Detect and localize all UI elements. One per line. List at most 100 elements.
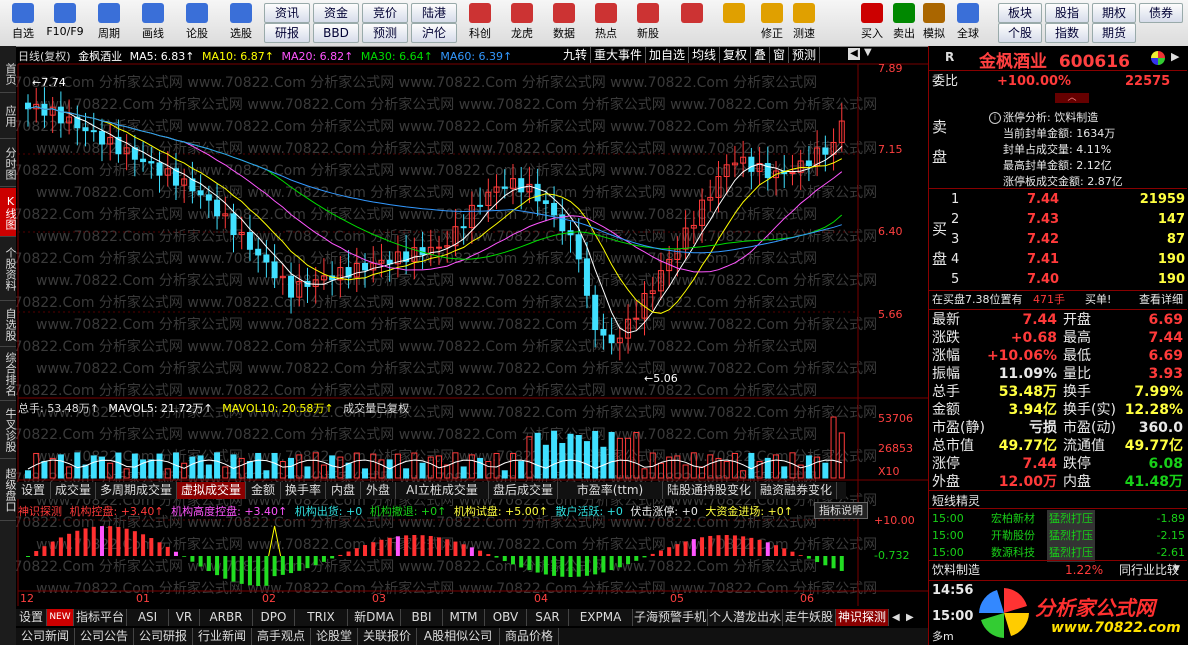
tab-9[interactable]: 盘后成交量 xyxy=(489,482,558,499)
toolbar-hammer-button[interactable]: 模拟 xyxy=(918,2,950,44)
grid-button[interactable]: 指数 xyxy=(1045,23,1089,43)
tab-17[interactable]: 神识探测 xyxy=(836,609,889,626)
tab-6[interactable]: DPO xyxy=(253,609,295,626)
tab-4[interactable]: 高手观点 xyxy=(252,628,311,645)
tab-8[interactable]: 新DMA xyxy=(348,609,401,626)
scroll-right-icon[interactable]: ▶ xyxy=(906,612,914,623)
left-tab[interactable]: 分时图 xyxy=(0,140,17,187)
collapse-up-icon[interactable]: ︿ xyxy=(1055,93,1089,103)
toolbar-clock-button[interactable]: 周期 xyxy=(88,2,130,44)
tab-5[interactable]: 论股堂 xyxy=(311,628,358,645)
toolbar-dragon-button[interactable]: 龙虎 xyxy=(502,2,542,44)
grid-button[interactable]: 陆港 xyxy=(411,3,457,23)
toolbar-palette-button[interactable] xyxy=(676,2,708,44)
tab-2[interactable]: 指标平台 xyxy=(74,609,127,626)
toolbar-chart-button[interactable]: 科创 xyxy=(460,2,500,44)
toolbar-star-button[interactable]: 自选 xyxy=(2,2,44,44)
dropdown-icon[interactable]: ▼ xyxy=(1173,564,1180,574)
toolbar-globe-button[interactable]: 全球 xyxy=(952,2,984,44)
tab-12[interactable]: SAR xyxy=(527,609,569,626)
grid-button[interactable]: BBD xyxy=(313,23,359,43)
buy-level-row[interactable]: 2 7.43 147 xyxy=(929,211,1185,229)
left-tab[interactable]: 个股资料 xyxy=(0,238,17,301)
left-tab[interactable]: 自选股 xyxy=(0,302,17,347)
grid-button[interactable]: 个股 xyxy=(998,23,1042,43)
toolbar-chat-button[interactable]: 论股 xyxy=(176,2,218,44)
grid-button[interactable]: 期货 xyxy=(1092,23,1136,43)
grid-button[interactable]: 资金 xyxy=(313,3,359,23)
spirit-row[interactable]: 15:00 开勒股份 猛烈打压 -2.15 xyxy=(929,527,1185,545)
tab-1[interactable]: 成交量 xyxy=(51,482,96,499)
info-icon[interactable]: i xyxy=(989,112,1001,124)
tab-5[interactable]: ARBR xyxy=(200,609,253,626)
panel-menu-icon[interactable]: ▶ xyxy=(1171,50,1179,63)
grid-button[interactable]: 期权 xyxy=(1092,3,1136,23)
left-tab[interactable]: 综合排名 xyxy=(0,348,17,401)
grid-button[interactable]: 预测 xyxy=(362,23,408,43)
left-tab[interactable]: 超级盘口 xyxy=(0,460,17,521)
grid-button[interactable]: 沪伦 xyxy=(411,23,457,43)
tab-4[interactable]: 金额 xyxy=(246,482,281,499)
tab-10[interactable]: 市盈率(ttm) xyxy=(558,482,663,499)
buy-level-row[interactable]: 3 7.42 87 xyxy=(929,231,1185,249)
tape-more-link[interactable]: 查看详细 xyxy=(1139,291,1183,309)
tab-3[interactable]: 虚拟成交量 xyxy=(177,482,246,499)
tab-1[interactable]: NEW xyxy=(47,609,74,626)
left-tab[interactable]: K线图 xyxy=(0,188,17,237)
toolbar-pe-button[interactable]: 数据 xyxy=(544,2,584,44)
tape-row[interactable]: 在买盘7.38位置有 471手 买单! 查看详细 xyxy=(929,291,1185,309)
tab-7[interactable]: TRIX xyxy=(295,609,348,626)
industry-row[interactable]: 饮料制造 1.22% 同行业比较 xyxy=(929,561,1185,579)
tab-13[interactable]: EXPMA xyxy=(569,609,633,626)
left-tab[interactable]: 应用 xyxy=(0,94,17,139)
tab-9[interactable]: BBI xyxy=(401,609,443,626)
tab-5[interactable]: 换手率 xyxy=(281,482,326,499)
toolbar-pencil-button[interactable]: 画线 xyxy=(132,2,174,44)
toolbar-speed-button[interactable]: 测速 xyxy=(788,2,820,44)
tab-0[interactable]: 公司新闻 xyxy=(16,628,75,645)
tab-15[interactable]: 个人潜龙出水 xyxy=(708,609,783,626)
toolbar-filter-button[interactable]: 选股 xyxy=(220,2,262,44)
tab-2[interactable]: 多周期成交量 xyxy=(96,482,177,499)
tab-8[interactable]: AI立桩成交量 xyxy=(396,482,489,499)
spirit-row[interactable]: 15:00 宏柏新材 猛烈打压 -1.89 xyxy=(929,510,1185,528)
buy-level-row[interactable]: 5 7.40 190 xyxy=(929,271,1185,289)
grid-button[interactable]: 资讯 xyxy=(264,3,310,23)
grid-button[interactable]: 板块 xyxy=(998,3,1042,23)
tab-0[interactable]: 设置 xyxy=(16,609,47,626)
tab-4[interactable]: VR xyxy=(169,609,200,626)
left-tab[interactable]: 首页 xyxy=(0,56,17,93)
tab-3[interactable]: 行业新闻 xyxy=(193,628,252,645)
tab-6[interactable]: 内盘 xyxy=(326,482,361,499)
tab-14[interactable]: 子海预警手机 xyxy=(633,609,708,626)
tab-16[interactable]: 走牛妖股 xyxy=(783,609,836,626)
tab-11[interactable]: OBV xyxy=(485,609,527,626)
tab-10[interactable]: MTM xyxy=(443,609,485,626)
toolbar-hot-button[interactable]: 热点 xyxy=(586,2,626,44)
kline-svg[interactable] xyxy=(16,46,928,645)
buy-level-row[interactable]: 4 7.41 190 xyxy=(929,251,1185,269)
toolbar-sell-button[interactable]: 卖出 xyxy=(888,2,920,44)
tab-1[interactable]: 公司公告 xyxy=(75,628,134,645)
grid-button[interactable]: 竞价 xyxy=(362,3,408,23)
tab-0[interactable]: 设置 xyxy=(16,482,51,499)
scroll-left-icon[interactable]: ◀ xyxy=(892,612,900,623)
toolbar-buy-button[interactable]: 买入 xyxy=(856,2,888,44)
left-tab[interactable]: 牛叉诊股 xyxy=(0,402,17,459)
grid-button[interactable]: 研报 xyxy=(264,23,310,43)
tab-8[interactable]: 商品价格 xyxy=(500,628,559,645)
toolbar-up-down-button[interactable]: 修正 xyxy=(756,2,788,44)
toolbar-f10-button[interactable]: F10/F9 xyxy=(44,2,86,44)
grid-button[interactable]: 股指 xyxy=(1045,3,1089,23)
tab-7[interactable]: A股相似公司 xyxy=(417,628,500,645)
tab-12[interactable]: 融资融券变化 xyxy=(756,482,837,499)
tab-11[interactable]: 陆股通持股变化 xyxy=(663,482,756,499)
indicator-explain-button[interactable]: 指标说明 xyxy=(814,502,868,519)
buy-level-row[interactable]: 1 7.44 21959 xyxy=(929,191,1185,209)
toolbar-back-arrow-button[interactable] xyxy=(718,2,750,44)
tab-3[interactable]: ASI xyxy=(127,609,169,626)
tab-7[interactable]: 外盘 xyxy=(361,482,396,499)
toolbar-ipo-button[interactable]: 新股 xyxy=(628,2,668,44)
market-icon[interactable] xyxy=(1151,51,1165,65)
grid-button[interactable]: 债券 xyxy=(1139,3,1183,23)
